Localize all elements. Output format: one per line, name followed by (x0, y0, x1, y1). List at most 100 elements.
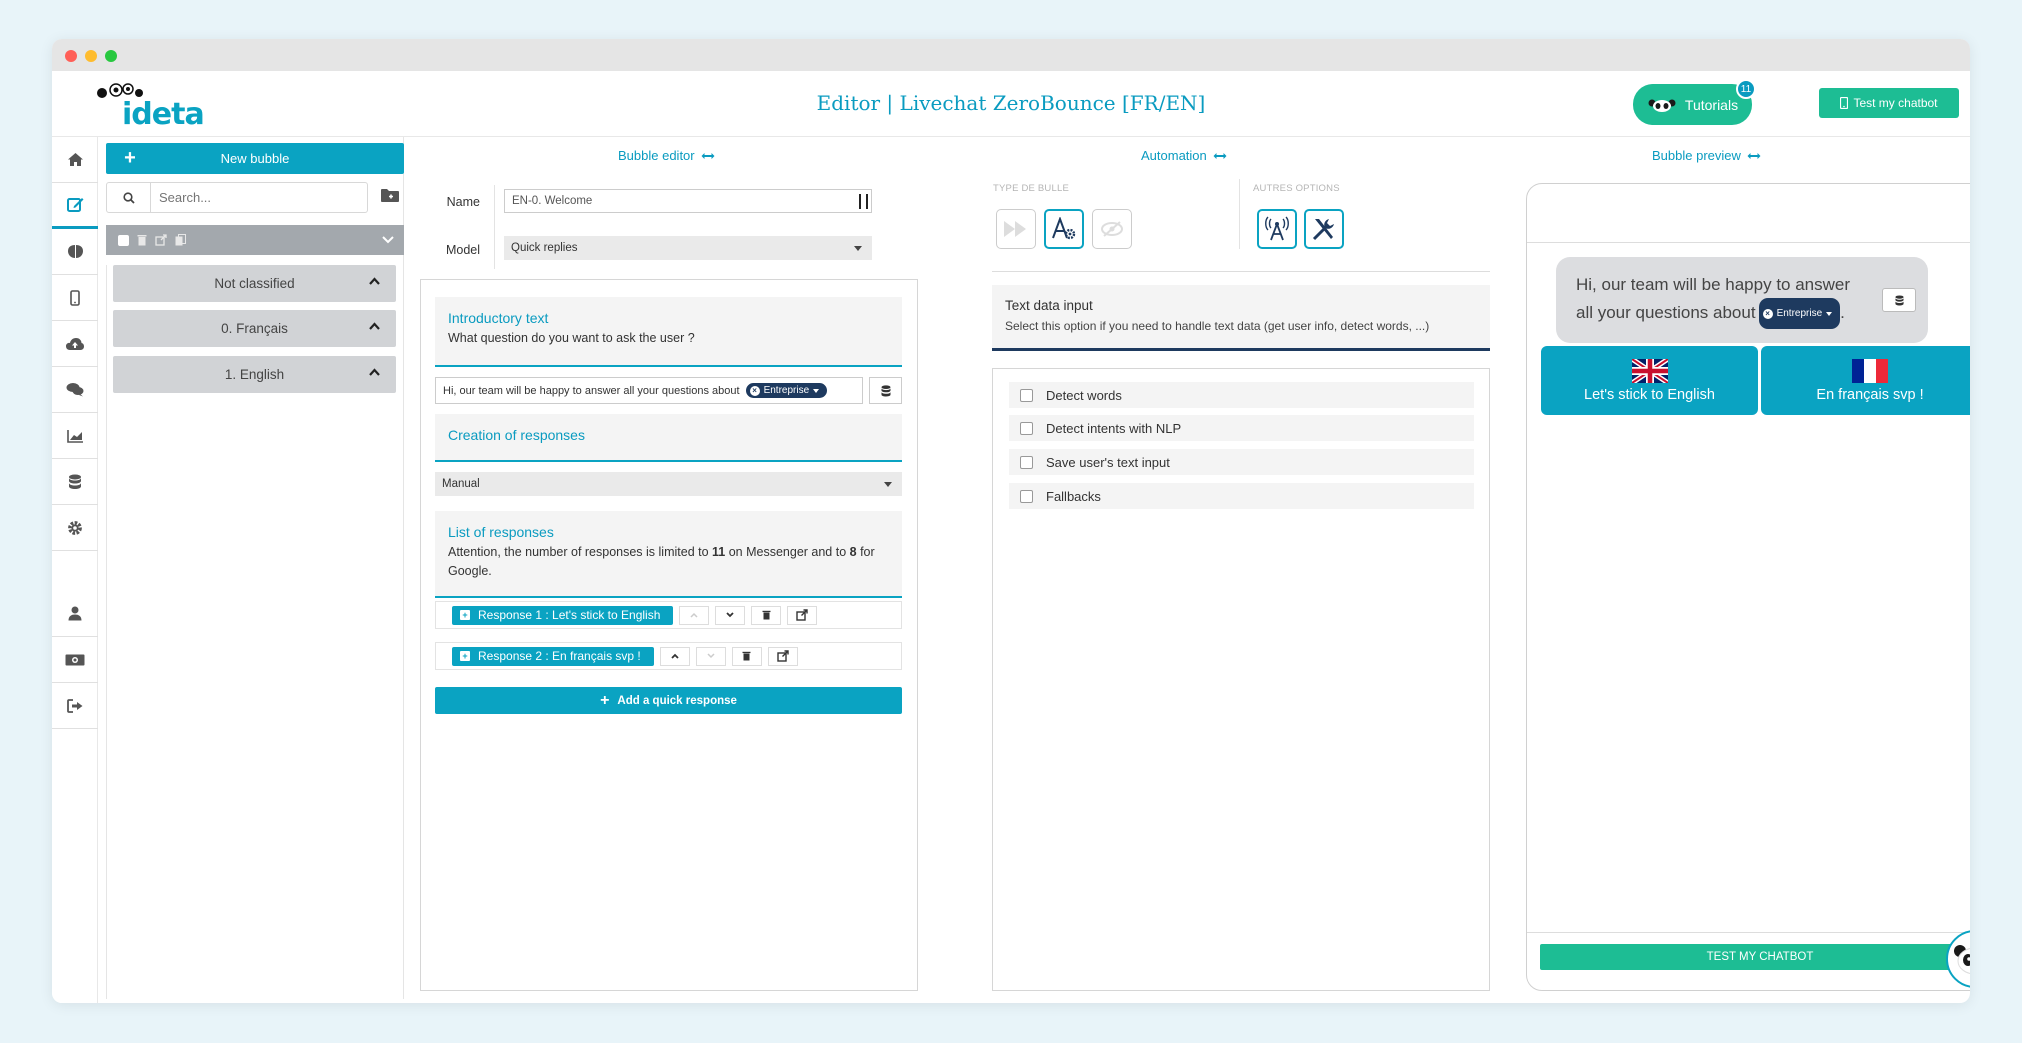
type-text-input-button[interactable] (1044, 209, 1084, 249)
search-icon (122, 191, 135, 204)
add-quick-response-button[interactable]: + Add a quick response (435, 687, 902, 714)
name-input[interactable]: EN-0. Welcome (504, 189, 872, 213)
eye-slash-icon (1101, 221, 1123, 237)
trash-icon[interactable] (137, 234, 147, 246)
tools-option-button[interactable] (1304, 209, 1344, 249)
bubble-preview-header[interactable]: Bubble preview (1652, 148, 1761, 163)
open-response-button[interactable] (767, 646, 798, 666)
detect-words-checkbox[interactable] (1020, 388, 1033, 402)
search-input[interactable] (151, 190, 367, 205)
group-not-classified[interactable]: Not classified (113, 265, 396, 302)
intro-text-input[interactable]: Hi, our team will be happy to answer all… (435, 377, 863, 404)
tutorials-button[interactable]: Tutorials 11 (1633, 79, 1756, 125)
option-detect-words[interactable]: Detect words (1009, 382, 1474, 408)
nav-database[interactable] (52, 459, 98, 505)
tutorials-count-badge: 11 (1736, 79, 1756, 99)
messenger-limit: 11 (712, 545, 726, 559)
app-window: ideta Editor | Livechat ZeroBounce [FR/E… (52, 39, 1970, 1003)
response-label[interactable]: + Response 1 : Let's stick to English (452, 605, 674, 625)
option-label: Fallbacks (1046, 488, 1101, 504)
nav-channels[interactable] (52, 275, 98, 321)
nav-home[interactable] (52, 137, 98, 183)
intro-subtitle: What question do you want to ask the use… (448, 331, 695, 345)
mobile-icon (70, 289, 80, 306)
search-button[interactable] (107, 183, 151, 212)
delete-response-button[interactable] (751, 605, 782, 625)
group-english[interactable]: 1. English (113, 356, 396, 393)
fallbacks-checkbox[interactable] (1020, 489, 1033, 503)
response-row: + Response 2 : En français svp ! (435, 642, 902, 670)
caret-down-icon (884, 482, 892, 487)
resize-horizontal-icon (1747, 152, 1761, 159)
preview-quick-reply-english[interactable]: Let's stick to English (1541, 346, 1758, 415)
add-folder-button[interactable] (380, 188, 400, 206)
nav-nlp[interactable] (52, 229, 98, 275)
creation-mode-select[interactable]: Manual (435, 472, 902, 496)
chevron-down-icon (726, 612, 735, 618)
chevron-up-icon[interactable] (369, 368, 380, 376)
left-navigation (52, 137, 98, 1003)
plus-square-icon: + (460, 651, 470, 661)
nav-conversations[interactable] (52, 367, 98, 413)
nav-billing[interactable] (52, 637, 98, 683)
response-label[interactable]: + Response 2 : En français svp ! (452, 646, 654, 666)
group-francais[interactable]: 0. Français (113, 310, 396, 347)
nav-account[interactable] (52, 591, 98, 637)
nav-editor[interactable] (52, 183, 98, 229)
nav-analytics[interactable] (52, 413, 98, 459)
nav-logout[interactable] (52, 683, 98, 729)
connectivity-option-button[interactable] (1257, 209, 1297, 249)
option-detect-intents[interactable]: Detect intents with NLP (1009, 415, 1474, 441)
new-bubble-button[interactable]: + New bubble (106, 143, 404, 174)
option-fallbacks[interactable]: Fallbacks (1009, 483, 1474, 509)
option-save-text[interactable]: Save user's text input (1009, 449, 1474, 475)
chevron-down-icon[interactable] (382, 236, 394, 244)
automation-header[interactable]: Automation (1141, 148, 1227, 163)
test-chatbot-button[interactable]: Test my chatbot (1819, 88, 1959, 118)
delete-response-button[interactable] (731, 646, 762, 666)
select-all-checkbox[interactable] (118, 234, 129, 246)
model-select[interactable]: Quick replies (504, 236, 872, 260)
bubble-editor-header[interactable]: Bubble editor (618, 148, 715, 163)
text-data-input-card[interactable]: Text data input Select this option if yo… (992, 285, 1490, 351)
responses-list-section: List of responses Attention, the number … (435, 511, 902, 598)
quick-reply-label: Let's stick to English (1584, 386, 1715, 403)
cog-icon (68, 520, 82, 535)
remove-tag-icon[interactable]: × (749, 385, 760, 396)
chevron-up-icon[interactable] (369, 322, 380, 330)
nav-deploy[interactable] (52, 321, 98, 367)
test-my-chatbot-button[interactable]: TEST MY CHATBOT (1540, 944, 1970, 970)
external-link-icon (777, 650, 789, 662)
open-response-button[interactable] (787, 605, 818, 625)
type-hidden-button[interactable] (1092, 209, 1132, 249)
name-value: EN-0. Welcome (512, 195, 593, 207)
creation-section: Creation of responses (435, 414, 902, 462)
close-window-button[interactable] (65, 50, 77, 62)
type-forward-button[interactable] (996, 209, 1036, 249)
responses-list-title: List of responses (448, 524, 554, 540)
model-value: Quick replies (511, 242, 578, 254)
save-text-checkbox[interactable] (1020, 455, 1033, 469)
detect-intents-checkbox[interactable] (1020, 421, 1033, 435)
move-icon[interactable] (155, 234, 167, 246)
move-up-button[interactable] (679, 605, 710, 625)
preview-footer-divider (1527, 932, 1970, 933)
maximize-window-button[interactable] (105, 50, 117, 62)
chevron-up-icon[interactable] (369, 277, 380, 285)
editor-panel: Bubble editor Automation Bubble preview … (408, 137, 1970, 1003)
minimize-window-button[interactable] (85, 50, 97, 62)
insert-variable-button[interactable] (869, 377, 902, 404)
move-up-button[interactable] (659, 646, 690, 666)
bulk-actions-bar (106, 225, 404, 255)
move-down-button[interactable] (695, 646, 726, 666)
copy-icon[interactable] (175, 234, 186, 246)
preview-variable-button[interactable] (1882, 288, 1916, 312)
move-down-button[interactable] (715, 605, 746, 625)
nav-settings[interactable] (52, 505, 98, 551)
folder-plus-icon (381, 189, 399, 202)
text-settings-icon (1052, 217, 1076, 240)
form-divider (494, 185, 495, 269)
bubble-preview-phone: Hi, our team will be happy to answer all… (1526, 183, 1970, 991)
preview-quick-reply-french[interactable]: En français svp ! (1761, 346, 1970, 415)
variable-tag[interactable]: × Entreprise (745, 383, 828, 398)
